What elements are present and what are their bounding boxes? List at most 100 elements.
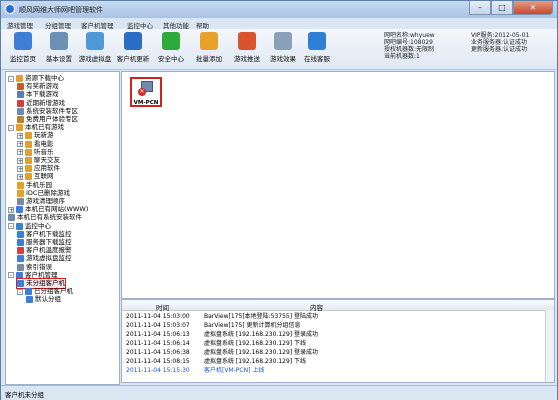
- folder-icon: [16, 222, 23, 230]
- computer-update-icon: [124, 32, 142, 50]
- log-content: 虚拟盘系统 [192.168.230.129] 下线: [204, 340, 307, 347]
- folder-icon: [25, 288, 32, 296]
- toolbar-button[interactable]: 在线客服: [299, 32, 335, 63]
- tree-node-label: 近期新增游戏: [26, 98, 65, 107]
- log-content: 虚拟盘系统 [192.168.230.129] 登录成功: [204, 331, 319, 338]
- tree-node-label: 未分组客户机: [26, 279, 65, 287]
- expand-toggle-icon[interactable]: +: [17, 149, 23, 156]
- folder-icon: [17, 83, 24, 91]
- log-content: 虚拟盘系统 [192.168.230.129] 下线: [204, 358, 307, 365]
- toolbar-button[interactable]: 基本设置: [41, 32, 77, 63]
- minimize-button[interactable]: –: [469, 1, 491, 15]
- tree-node-label: 监控中心: [25, 221, 51, 230]
- log-row: 2011-11-04 15:15:30 客户机[VM-PCN] 上线: [122, 367, 542, 375]
- tree-node-label: 玩新游: [34, 131, 54, 140]
- info-line: 网吧名称:whyuew: [384, 32, 435, 39]
- expand-toggle-icon[interactable]: +: [17, 132, 23, 139]
- log-scrollbar[interactable]: [545, 310, 554, 382]
- gamepad-icon: [274, 32, 292, 50]
- info-line: 授权机器数:无限制: [384, 46, 435, 53]
- toolbar-button-label: 在线客服: [304, 55, 330, 63]
- tree-node[interactable]: 默认分组: [26, 295, 61, 304]
- log-header-content[interactable]: 内容: [310, 302, 323, 312]
- folder-icon: [17, 189, 24, 197]
- resource-tree: - 资源下载中心 有奖新游戏 本下载游戏 近期新增游戏 系统安装软件专区 免费用户体验专区 -…: [5, 71, 120, 385]
- folder-icon: [17, 181, 24, 189]
- log-time: 2011-11-04 15:03:00: [126, 313, 190, 320]
- tree-node-label: 系统安装软件专区: [26, 106, 78, 115]
- log-time: 2011-11-04 15:06:14: [126, 340, 190, 347]
- log-time: 2011-11-04 15:08:15: [126, 358, 190, 365]
- maximize-button[interactable]: □: [491, 1, 513, 15]
- folder-icon: [17, 263, 24, 271]
- tree-node-label: 看电影: [34, 139, 54, 148]
- status-text: 客户机未分组: [5, 391, 44, 399]
- folder-icon: [16, 75, 23, 82]
- tree-node-label: 听音乐: [34, 147, 54, 156]
- status-bar: 客户机未分组: [1, 385, 557, 400]
- info-line: 业务服务器:认证成功: [471, 39, 528, 46]
- folder-icon: [17, 255, 24, 263]
- collapse-toggle-icon[interactable]: -: [8, 223, 14, 230]
- window-title: 顺风网维大师网吧管理软件: [19, 6, 103, 14]
- log-row: 2011-11-04 15:08:15 虚拟盘系统 [192.168.230.12…: [122, 358, 542, 366]
- log-row: 2011-11-04 15:06:14 虚拟盘系统 [192.168.230.12…: [122, 340, 542, 348]
- title-bar: 顺风网维大师网吧管理软件 – □ ✕: [1, 1, 557, 18]
- offline-x-icon: ✕: [138, 88, 146, 96]
- client-name: VM-PCN: [133, 100, 159, 106]
- collapse-toggle-icon[interactable]: -: [8, 272, 14, 279]
- toolbar-button-label: 游戏推送: [234, 55, 260, 63]
- folder-icon: [25, 173, 32, 181]
- toolbar-button[interactable]: 游戏效果: [265, 32, 301, 63]
- toolbar-button-label: 客户机更新: [116, 55, 150, 63]
- toolbar-button-label: 监控首页: [10, 55, 36, 63]
- expand-toggle-icon[interactable]: +: [17, 157, 23, 164]
- tree-node-label: 免费用户体验专区: [26, 115, 78, 123]
- folder-icon: [17, 99, 24, 107]
- log-header-time[interactable]: 时间: [156, 302, 169, 312]
- client-computer[interactable]: ✕ VM-PCN: [130, 77, 162, 107]
- main-window: 顺风网维大师网吧管理软件 – □ ✕ 游戏管理 分组管理 客户机管理 监控中心 其他功能…: [0, 0, 558, 400]
- folder-icon: [26, 296, 33, 304]
- expand-toggle-icon[interactable]: +: [17, 165, 23, 172]
- log-time: 2011-11-04 15:06:38: [126, 349, 190, 356]
- folder-icon: [16, 124, 23, 132]
- app-logo-icon: [5, 4, 15, 14]
- window-controls: – □ ✕: [469, 1, 553, 16]
- shield-icon: [162, 32, 180, 50]
- tree-node-label: 游戏清理顺序: [26, 197, 65, 205]
- toolbar-button[interactable]: 监控首页: [5, 32, 41, 63]
- collapse-toggle-icon[interactable]: -: [8, 75, 14, 82]
- folder-icon: [17, 91, 24, 99]
- log-row: 2011-11-04 15:06:13 虚拟盘系统 [192.168.230.12…: [122, 331, 542, 339]
- log-row: 2011-11-04 15:03:00 BarView[175]本地登陆:5375…: [122, 313, 542, 321]
- folder-icon: [25, 148, 32, 156]
- tree-node-label: 有奖新游戏: [26, 82, 59, 91]
- tree-node-label: 客户机下载监控: [26, 229, 72, 238]
- folder-icon: [17, 280, 24, 287]
- toolbar-button[interactable]: 游戏推送: [229, 32, 265, 63]
- tree-node-label: 游戏虚拟盘监控: [26, 254, 72, 263]
- expand-toggle-icon[interactable]: +: [17, 141, 23, 148]
- folder-icon: [200, 32, 218, 50]
- collapse-toggle-icon[interactable]: -: [17, 288, 23, 295]
- expand-toggle-icon[interactable]: +: [8, 206, 14, 213]
- tree-node-label: 索引错误: [26, 262, 52, 271]
- toolbar-button[interactable]: 批量添加: [191, 32, 227, 63]
- folder-icon: [17, 116, 24, 123]
- collapse-toggle-icon[interactable]: -: [8, 124, 14, 131]
- toolbar-button[interactable]: 游戏虚拟盘: [77, 32, 113, 63]
- log-row: 2011-11-04 15:06:38 虚拟盘系统 [192.168.230.12…: [122, 349, 542, 357]
- folder-icon: [25, 157, 32, 164]
- close-button[interactable]: ✕: [513, 1, 553, 15]
- expand-toggle-icon[interactable]: +: [17, 173, 23, 180]
- folder-icon: [17, 239, 24, 246]
- tree-node-label: 本机已有网站(WWW): [25, 205, 89, 214]
- toolbar-button[interactable]: 客户机更新: [115, 32, 151, 63]
- chat-icon: [308, 32, 326, 50]
- push-icon: [238, 32, 256, 50]
- toolbar-button[interactable]: 安全中心: [153, 32, 189, 63]
- toolbar: 网吧名称:whyuew 网吧编号:108029 授权机器数:无限制 当前机器数:1 V…: [1, 29, 557, 70]
- gear-icon: [50, 32, 68, 50]
- log-content: BarView[175] 更新计算机分组信息: [204, 322, 301, 329]
